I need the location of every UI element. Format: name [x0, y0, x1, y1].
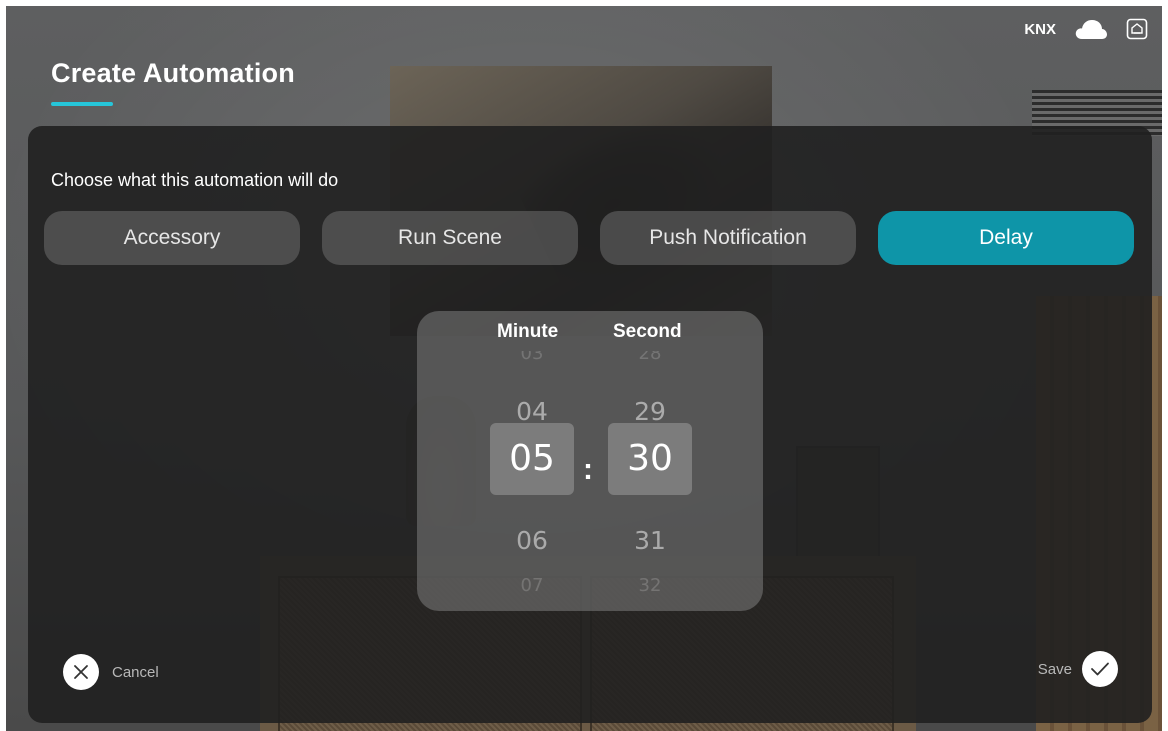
second-selected-value[interactable]: 30 — [608, 423, 692, 495]
minute-column-label: Minute — [497, 321, 559, 342]
save-button[interactable]: Save — [1038, 651, 1118, 687]
minute-option[interactable]: 07 — [490, 575, 574, 596]
checkmark-icon[interactable] — [1082, 651, 1118, 687]
knx-status-label: KNX — [1024, 20, 1056, 38]
minute-selected-value[interactable]: 05 — [490, 423, 574, 495]
home-gateway-icon[interactable] — [1126, 18, 1148, 40]
second-wheel[interactable]: 28 29 30 31 32 — [608, 351, 692, 601]
minute-wheel[interactable]: 03 04 05 06 07 — [490, 351, 574, 601]
second-option[interactable]: 32 — [608, 575, 692, 596]
save-label[interactable]: Save — [1038, 661, 1072, 678]
tab-delay[interactable]: Delay — [878, 211, 1134, 265]
second-option[interactable]: 29 — [608, 397, 692, 426]
tab-run-scene[interactable]: Run Scene — [322, 211, 578, 265]
page-title: Create Automation — [51, 58, 295, 88]
title-underline — [51, 102, 113, 106]
second-option[interactable]: 31 — [608, 526, 692, 555]
time-separator: : — [583, 453, 593, 486]
minute-option[interactable]: 03 — [490, 351, 574, 364]
tab-push-notification[interactable]: Push Notification — [600, 211, 856, 265]
cancel-label[interactable]: Cancel — [112, 664, 159, 681]
close-icon[interactable] — [63, 654, 99, 690]
delay-time-picker: Minute Second 03 04 05 06 07 : 28 29 30 … — [417, 311, 763, 611]
minute-option[interactable]: 06 — [490, 526, 574, 555]
status-bar: KNX — [1024, 18, 1148, 40]
cloud-icon — [1074, 18, 1108, 40]
tab-accessory[interactable]: Accessory — [44, 211, 300, 265]
second-option[interactable]: 28 — [608, 351, 692, 364]
cancel-button[interactable]: Cancel — [63, 654, 159, 690]
second-column-label: Second — [613, 321, 682, 342]
minute-option[interactable]: 04 — [490, 397, 574, 426]
action-type-tabs: Accessory Run Scene Push Notification De… — [44, 211, 1134, 265]
automation-panel: Choose what this automation will do Acce… — [28, 126, 1152, 723]
instruction-text: Choose what this automation will do — [51, 170, 339, 190]
